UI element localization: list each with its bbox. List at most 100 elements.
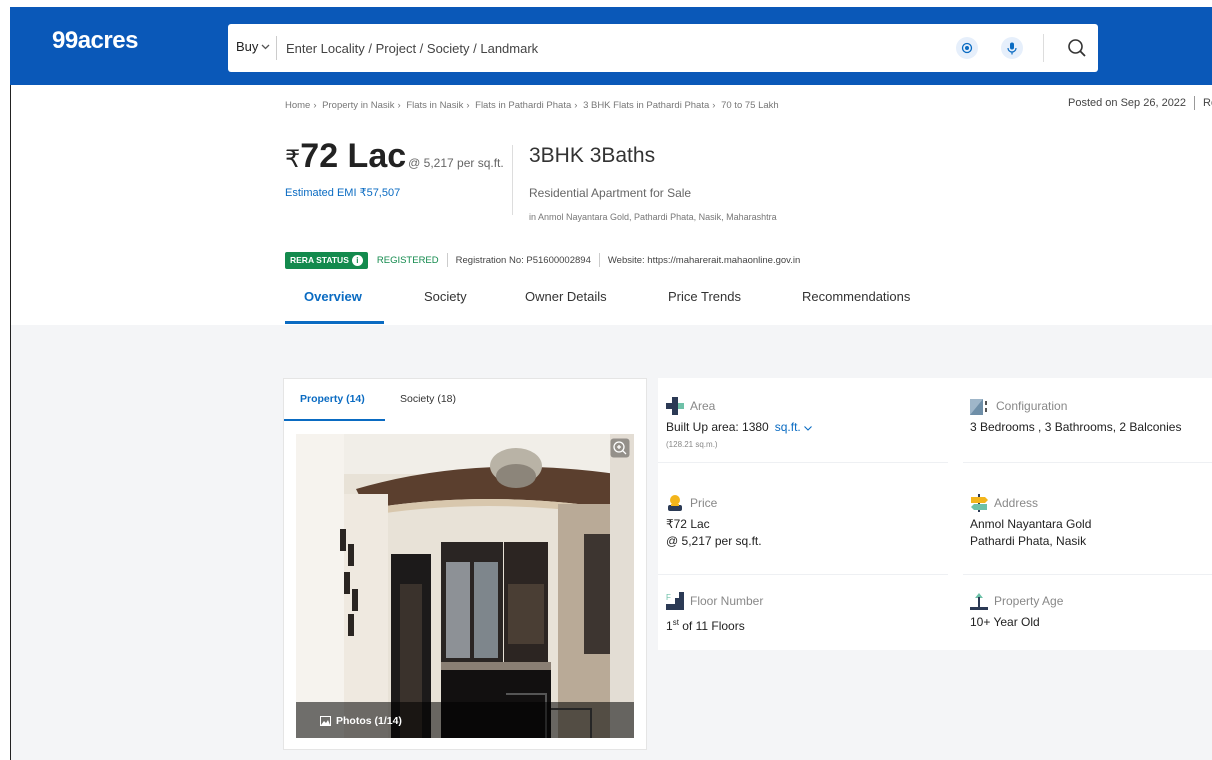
rera-row: RERA STATUS i REGISTERED Registration No… [285, 250, 800, 270]
rera-registered: REGISTERED [376, 254, 439, 266]
top-header: 99acres Buy [10, 7, 1212, 85]
price-per-sqft: @ 5,217 per sq.ft. [408, 156, 504, 170]
row-divider [658, 574, 948, 575]
title-divider [512, 145, 513, 215]
search-icon[interactable] [1063, 34, 1091, 62]
property-age-label: Property Age [994, 594, 1064, 608]
floor-icon: F [666, 592, 684, 610]
breadcrumb-item[interactable]: Flats in Pathardi Phata [475, 100, 571, 111]
floor-cell: F Floor Number 1st of 11 Floors [666, 592, 763, 635]
posted-date: Posted on Sep 26, 2022 [1068, 96, 1187, 109]
area-label-row: Area [666, 397, 812, 415]
search-input[interactable] [286, 33, 926, 63]
rera-badge-label: RERA STATUS [290, 255, 349, 265]
mic-icon[interactable] [1001, 37, 1023, 59]
svg-text:F: F [666, 593, 671, 602]
area-value-row: Built Up area: 1380 sq.ft. [666, 419, 812, 436]
property-age-icon [970, 593, 988, 610]
price-label-row: Price [666, 494, 762, 512]
rera-divider [446, 253, 448, 267]
tab-recommendations[interactable]: Recommendations [802, 289, 910, 304]
tab-society[interactable]: Society [424, 289, 467, 304]
listing-location: in Anmol Nayantara Gold, Pathardi Phata,… [529, 212, 777, 222]
info-icon[interactable]: i [351, 254, 363, 266]
tab-overview[interactable]: Overview [304, 289, 362, 304]
breadcrumb: Home › Property in Nasik › Flats in Nasik ›… [285, 100, 779, 111]
breadcrumb-separator: › [712, 100, 716, 111]
buy-label: Buy [236, 39, 259, 54]
rera-website: Website: https://maharerait.mahaonline.g… [607, 254, 801, 266]
search-bar: Buy [228, 24, 1098, 72]
chevron-down-icon [261, 42, 270, 52]
area-value: Built Up area: 1380 [666, 420, 769, 434]
posted-info: Posted on Sep 26, 2022 Re [1068, 96, 1212, 110]
floor-label: Floor Number [690, 594, 764, 608]
tab-owner-details[interactable]: Owner Details [525, 289, 607, 304]
estimated-emi-link[interactable]: Estimated EMI ₹57,507 [285, 186, 400, 199]
breadcrumb-separator: › [397, 100, 401, 111]
area-unit-dropdown[interactable]: sq.ft. [775, 420, 812, 434]
address-values: Anmol Nayantara Gold Pathardi Phata, Nas… [970, 516, 1091, 550]
photo-icon [320, 716, 331, 726]
rera-badge[interactable]: RERA STATUS i [285, 251, 368, 269]
address-line-2: Pathardi Phata, Nasik [970, 534, 1087, 548]
floor-number: 1 [666, 619, 673, 633]
configuration-label: Configuration [996, 399, 1068, 413]
price-value: ₹72 Lac [666, 517, 710, 531]
price-values: ₹72 Lac @ 5,217 per sq.ft. [666, 516, 762, 550]
price-icon [668, 495, 682, 511]
tab-price-trends[interactable]: Price Trends [668, 289, 741, 304]
breadcrumb-item[interactable]: Flats in Nasik [406, 100, 463, 111]
area-unit-label: sq.ft. [774, 420, 801, 434]
breadcrumb-item[interactable]: Property in Nasik [322, 100, 394, 111]
area-icon [666, 397, 684, 415]
photos-counter-button[interactable]: Photos (1/14) [320, 715, 402, 727]
buy-dropdown[interactable]: Buy [236, 39, 270, 54]
zoom-icon[interactable] [610, 438, 630, 458]
breadcrumb-item[interactable]: 3 BHK Flats in Pathardi Phata [583, 100, 709, 111]
property-photo[interactable]: Photos (1/14) [296, 434, 634, 738]
property-age-label-row: Property Age [970, 592, 1063, 610]
area-sqm: (128.21 sq.m.) [666, 440, 718, 449]
location-icon[interactable] [956, 37, 978, 59]
floor-label-row: F Floor Number [666, 592, 763, 610]
active-tab-indicator [285, 321, 384, 324]
rera-divider [598, 253, 600, 267]
posted-divider [1194, 96, 1196, 110]
area-label: Area [690, 399, 716, 413]
breadcrumb-separator: › [466, 100, 470, 111]
breadcrumb-separator: › [313, 100, 317, 111]
logo[interactable]: 99acres [52, 27, 138, 55]
rupee-symbol: ₹ [285, 146, 301, 173]
breadcrumb-separator: › [574, 100, 578, 111]
photos-counter-label: Photos (1/14) [336, 715, 402, 727]
section-tabs: Overview Society Owner Details Price Tre… [285, 281, 985, 325]
property-age-value: 10+ Year Old [970, 615, 1040, 629]
address-label: Address [994, 496, 1039, 510]
address-label-row: Address [970, 494, 1091, 512]
property-details-grid: Area Built Up area: 1380 sq.ft. (128.21 s… [658, 378, 1212, 650]
floor-value: 1st of 11 Floors [666, 614, 763, 635]
property-age-cell: Property Age 10+ Year Old [970, 592, 1063, 631]
row-divider [963, 574, 1212, 575]
price-label: Price [690, 496, 718, 510]
row-divider [963, 462, 1212, 463]
interior-image [296, 434, 634, 738]
breadcrumb-item[interactable]: Home [285, 100, 310, 111]
configuration-value: 3 Bedrooms , 3 Bathrooms, 2 Balconies [970, 420, 1182, 434]
tab-property-photos[interactable]: Property (14) [300, 393, 365, 405]
address-cell: Address Anmol Nayantara Gold Pathardi Ph… [970, 494, 1091, 550]
rera-registration-no: Registration No: P51600002894 [455, 254, 591, 266]
price-per-sqft-value: @ 5,217 per sq.ft. [666, 534, 762, 548]
photo-gallery-card: Property (14) Society (18) Photos (1/14) [283, 378, 647, 750]
price-cell: Price ₹72 Lac @ 5,217 per sq.ft. [666, 494, 762, 550]
signpost-icon [971, 494, 988, 512]
search-separator [1043, 34, 1044, 62]
price-block: ₹ 72 Lac @ 5,217 per sq.ft. [285, 137, 504, 176]
price-amount: 72 Lac [300, 137, 407, 175]
configuration-label-row: Configuration [970, 397, 1181, 415]
breadcrumb-item[interactable]: 70 to 75 Lakh [721, 100, 779, 111]
row-divider [658, 462, 948, 463]
tab-society-photos[interactable]: Society (18) [400, 393, 456, 405]
listing-type: Residential Apartment for Sale [529, 186, 692, 200]
